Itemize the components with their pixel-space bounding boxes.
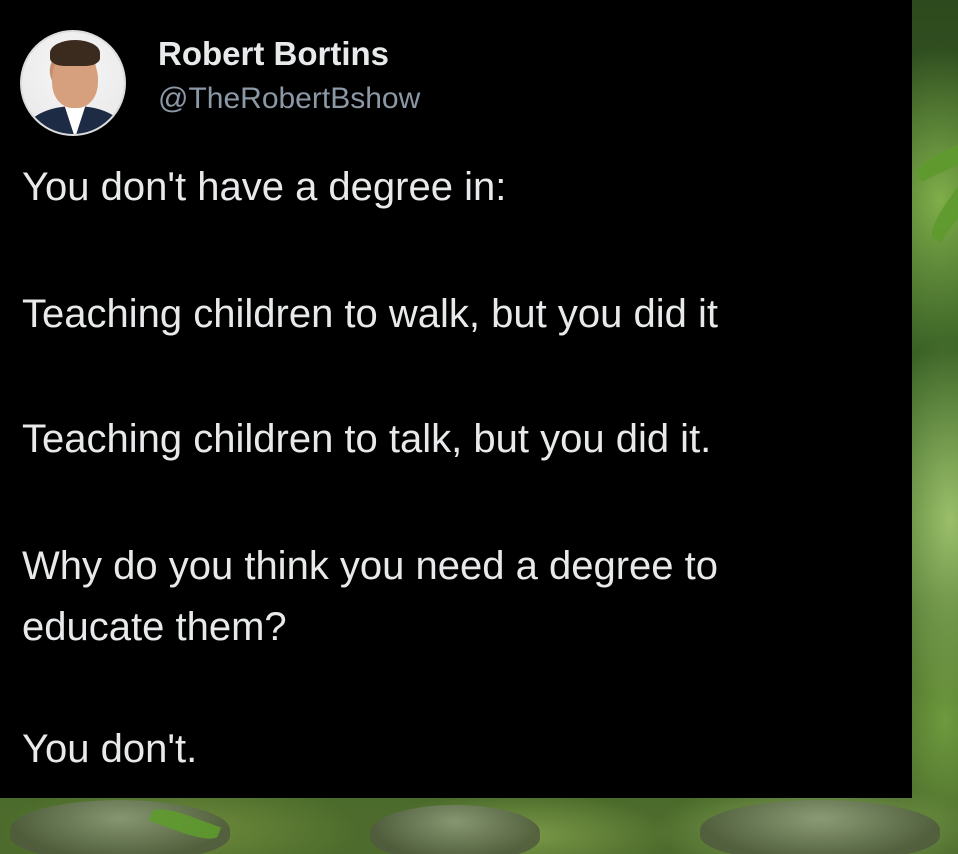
tweet-card: Robert Bortins @TheRobertBshow You don't… [0, 0, 912, 798]
avatar-hair [50, 40, 100, 66]
rock-center [370, 805, 540, 854]
tweet-line-4: Why do you think you need a degree to [22, 544, 719, 588]
tweet-line-6: You don't. [22, 727, 198, 771]
avatar[interactable] [20, 30, 126, 136]
tweet-line-2: Teaching children to walk, but you did i… [22, 292, 718, 336]
leaf-2 [925, 175, 958, 243]
tweet-line-5: educate them? [22, 605, 287, 649]
rock-right [700, 800, 940, 854]
leaf-1 [913, 136, 958, 182]
author-name[interactable]: Robert Bortins [158, 35, 389, 73]
author-handle[interactable]: @TheRobertBshow [158, 82, 420, 116]
tweet-line-1: You don't have a degree in: [22, 165, 507, 209]
tweet-line-3: Teaching children to talk, but you did i… [22, 417, 712, 461]
